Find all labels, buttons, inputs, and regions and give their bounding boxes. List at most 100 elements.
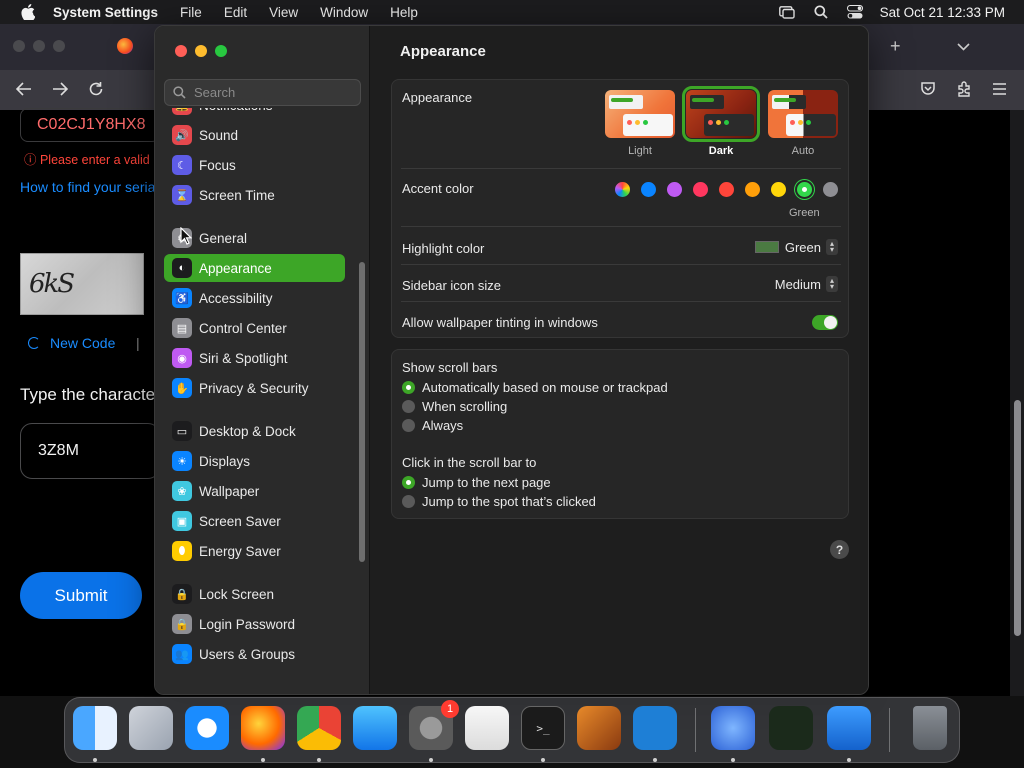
widgets-icon[interactable] — [711, 706, 755, 750]
sidebar-item-displays[interactable]: ☀ Displays — [164, 447, 345, 475]
menu-clock[interactable]: Sat Oct 21 12:33 PM — [880, 5, 1005, 20]
vscode-icon[interactable] — [633, 706, 677, 750]
radio-button[interactable] — [402, 495, 415, 508]
radio-auto-scroll[interactable]: Automatically based on mouse or trackpad — [402, 380, 668, 395]
sidebar-item-users-groups[interactable]: 👥 Users & Groups — [164, 640, 345, 668]
system-settings-icon[interactable]: 1 — [409, 700, 459, 750]
browser-scroll-thumb[interactable] — [1014, 400, 1021, 636]
menu-file[interactable]: File — [180, 5, 202, 20]
sidebar-icon-size-value: Medium — [774, 276, 821, 292]
menu-edit[interactable]: Edit — [224, 5, 247, 20]
sidebar-item-notifications[interactable]: 🔔 Notifications — [164, 108, 345, 119]
appearance-light-thumbnail[interactable] — [605, 90, 675, 138]
radio-always[interactable]: Always — [402, 418, 463, 433]
radio-button[interactable] — [402, 476, 415, 489]
forward-arrow-icon[interactable] — [52, 82, 69, 101]
submit-button[interactable]: Submit — [20, 572, 142, 619]
textedit-icon[interactable] — [465, 706, 509, 750]
sidebar-item-accessibility[interactable]: ♿ Accessibility — [164, 284, 345, 312]
garageband-icon[interactable] — [577, 706, 621, 750]
hamburger-menu-icon[interactable] — [992, 82, 1007, 100]
sidebar-item-lock-screen[interactable]: 🔒 Lock Screen — [164, 580, 345, 608]
sidebar-item-desktop-dock[interactable]: ▭ Desktop & Dock — [164, 417, 345, 445]
sidebar-search-field[interactable]: Search — [164, 79, 361, 106]
sidebar-scroll-thumb[interactable] — [359, 262, 365, 562]
browser-minimize-button[interactable] — [33, 40, 45, 52]
menu-view[interactable]: View — [269, 5, 298, 20]
accent-color-swatch[interactable] — [797, 182, 812, 197]
captcha-input[interactable]: 3Z8M — [20, 423, 160, 479]
safari-icon[interactable] — [185, 706, 229, 750]
menu-app-name[interactable]: System Settings — [53, 5, 158, 20]
back-arrow-icon[interactable] — [15, 82, 32, 101]
sidebar-item-appearance[interactable]: ◐ Appearance — [164, 254, 345, 282]
screen-mirroring-icon[interactable] — [778, 5, 796, 19]
find-serial-link[interactable]: How to find your seria — [20, 179, 155, 195]
pocket-icon[interactable] — [920, 81, 936, 102]
finder-icon[interactable] — [73, 706, 117, 750]
accent-color-swatch[interactable] — [693, 182, 708, 197]
firefox-tab-icon[interactable] — [117, 38, 133, 54]
wallpaper-tinting-toggle[interactable] — [812, 315, 838, 330]
radio-button[interactable] — [402, 400, 415, 413]
app-store-icon[interactable] — [353, 706, 397, 750]
reload-icon[interactable] — [88, 81, 104, 102]
help-button[interactable]: ? — [830, 540, 849, 559]
minimize-button[interactable] — [195, 45, 207, 57]
launchpad-icon[interactable] — [129, 706, 173, 750]
divider — [401, 301, 841, 302]
appearance-icon: ◐ — [172, 258, 192, 278]
sidebar-item-energy-saver[interactable]: ⬮ Energy Saver — [164, 537, 345, 565]
serial-number-input[interactable]: C02CJ1Y8HX8 — [20, 108, 160, 142]
sidebar-item-control-center[interactable]: ▤ Control Center — [164, 314, 345, 342]
spotlight-search-icon[interactable] — [812, 5, 830, 19]
activity-monitor-icon[interactable] — [769, 706, 813, 750]
radio-button[interactable] — [402, 419, 415, 432]
sidebar-item-wallpaper[interactable]: ❀ Wallpaper — [164, 477, 345, 505]
highlight-swatch — [754, 241, 779, 253]
trash-icon[interactable] — [913, 706, 947, 750]
keynote-icon[interactable] — [827, 706, 871, 750]
accent-color-swatch[interactable] — [641, 182, 656, 197]
radio-next-page[interactable]: Jump to the next page — [402, 475, 551, 490]
browser-scrollbar[interactable] — [1010, 110, 1024, 696]
radio-button[interactable] — [402, 381, 415, 394]
control-center-icon[interactable] — [846, 5, 864, 19]
accent-color-swatch[interactable] — [615, 182, 630, 197]
sidebar-icon-size-popup[interactable]: Medium ▴ ▾ — [775, 276, 838, 292]
close-button[interactable] — [175, 45, 187, 57]
radio-spot-clicked[interactable]: Jump to the spot that’s clicked — [402, 494, 596, 509]
sidebar-item-screen-saver[interactable]: ▣ Screen Saver — [164, 507, 345, 535]
zoom-button[interactable] — [215, 45, 227, 57]
sidebar-item-focus[interactable]: ☾ Focus — [164, 151, 345, 179]
extensions-icon[interactable] — [956, 81, 972, 102]
terminal-icon[interactable]: >_ — [521, 706, 565, 750]
tab-list-chevron-icon[interactable] — [957, 38, 970, 56]
appearance-light-label[interactable]: Light — [605, 145, 675, 157]
firefox-icon[interactable] — [241, 706, 285, 750]
highlight-color-popup[interactable]: Green ▴ ▾ — [754, 239, 838, 255]
new-code-button[interactable]: New Code — [28, 335, 115, 351]
browser-close-button[interactable] — [13, 40, 25, 52]
menu-help[interactable]: Help — [390, 5, 418, 20]
accent-color-swatch[interactable] — [823, 182, 838, 197]
appearance-dark-thumbnail[interactable] — [682, 86, 760, 142]
sidebar-item-screen-time[interactable]: ⌛ Screen Time — [164, 181, 345, 209]
sidebar-item-privacy-security[interactable]: ✋ Privacy & Security — [164, 374, 345, 402]
accent-color-swatch[interactable] — [667, 182, 682, 197]
sidebar-item-sound[interactable]: 🔊 Sound — [164, 121, 345, 149]
accent-color-swatch[interactable] — [771, 182, 786, 197]
menu-window[interactable]: Window — [320, 5, 368, 20]
appearance-dark-label[interactable]: Dark — [686, 145, 756, 157]
apple-menu-icon[interactable] — [17, 4, 39, 20]
browser-zoom-button[interactable] — [53, 40, 65, 52]
accent-color-swatch[interactable] — [745, 182, 760, 197]
sidebar-item-siri-spotlight[interactable]: ◉ Siri & Spotlight — [164, 344, 345, 372]
accent-color-swatch[interactable] — [719, 182, 734, 197]
radio-when-scrolling[interactable]: When scrolling — [402, 399, 507, 414]
appearance-auto-label[interactable]: Auto — [768, 145, 838, 157]
chrome-icon[interactable] — [297, 706, 341, 750]
sidebar-item-login-password[interactable]: 🔒 Login Password — [164, 610, 345, 638]
appearance-auto-thumbnail[interactable] — [768, 90, 838, 138]
new-tab-icon[interactable]: + — [890, 36, 901, 57]
